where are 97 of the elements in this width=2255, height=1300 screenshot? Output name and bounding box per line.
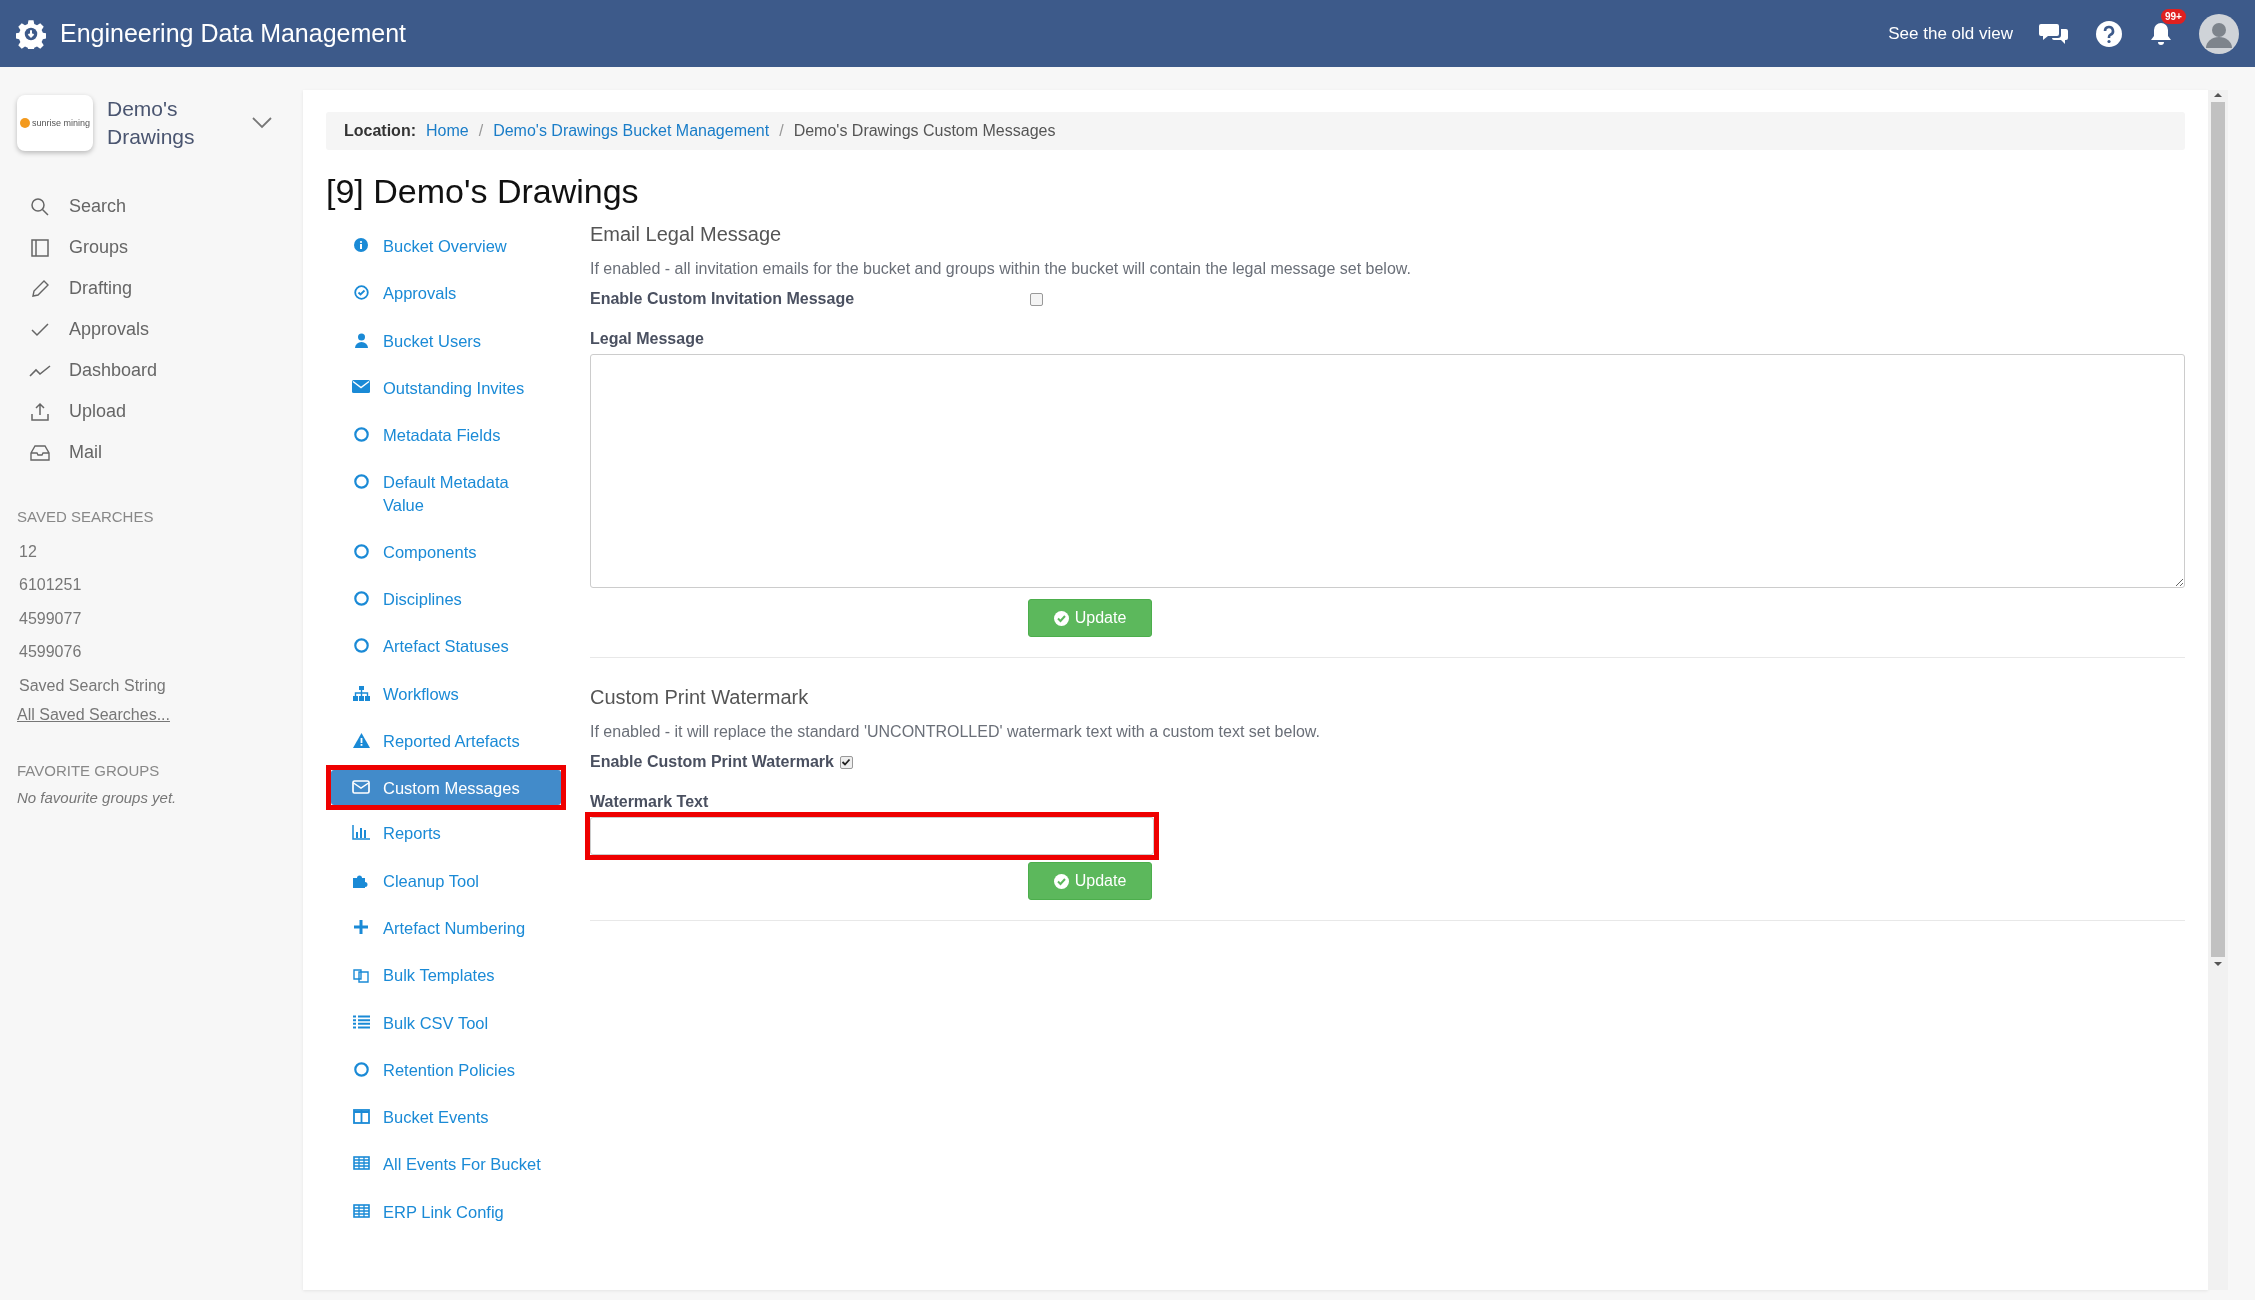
bucket-menu-item[interactable]: Metadata Fields bbox=[331, 417, 561, 453]
breadcrumb-link[interactable]: Demo's Drawings Bucket Management bbox=[493, 122, 770, 140]
nav-item[interactable]: Dashboard bbox=[29, 357, 303, 384]
help-icon[interactable] bbox=[2095, 19, 2123, 48]
inbox-icon bbox=[29, 442, 51, 463]
bucket-menu-item[interactable]: Reports bbox=[331, 815, 561, 851]
sun-icon bbox=[20, 118, 30, 129]
check-circle-icon bbox=[1053, 873, 1069, 889]
list-icon bbox=[352, 1014, 370, 1029]
saved-search-item[interactable]: 12 bbox=[17, 534, 303, 569]
nav-item[interactable]: Groups bbox=[29, 234, 303, 261]
bucket-menu-item[interactable]: Bulk CSV Tool bbox=[331, 1004, 561, 1040]
info-icon bbox=[354, 238, 368, 252]
bucket-menu-item[interactable]: Approvals bbox=[331, 275, 561, 311]
circle-icon bbox=[353, 1061, 369, 1077]
bucket-name[interactable]: Demo's Drawings bbox=[107, 95, 237, 152]
bucket-menu-item[interactable]: Reported Artefacts bbox=[331, 722, 561, 759]
sitemap-icon bbox=[352, 685, 370, 701]
bucket-menu-item[interactable]: Cleanup Tool bbox=[331, 862, 561, 898]
circle-icon bbox=[353, 427, 369, 443]
page-title: [9] Demo's Drawings bbox=[326, 172, 640, 211]
section-description: If enabled - it will replace the standard 'UNCONTROLLED' watermark text with a custom text set below. bbox=[590, 723, 1321, 741]
saved-search-item[interactable]: Saved Search String bbox=[17, 668, 303, 703]
bucket-menu-item[interactable]: Bucket Overview bbox=[331, 228, 561, 264]
field-label: Watermark Text bbox=[590, 793, 710, 811]
bucket-menu-item[interactable]: Custom Messages bbox=[331, 770, 561, 806]
notification-bell-icon[interactable] bbox=[2149, 20, 2173, 47]
scrollbar[interactable] bbox=[2208, 90, 2228, 1290]
bucket-menu-item[interactable]: Bulk Templates bbox=[331, 957, 561, 993]
checkbox[interactable] bbox=[1030, 292, 1044, 306]
circle-icon bbox=[353, 591, 369, 607]
bucket-menu-item[interactable]: Artefact Statuses bbox=[331, 628, 561, 664]
update-button[interactable]: Update bbox=[1028, 599, 1152, 637]
saved-search-item[interactable]: 4599076 bbox=[17, 635, 303, 669]
chevron-down-icon[interactable] bbox=[251, 116, 273, 131]
book-icon bbox=[29, 237, 51, 258]
plus-icon bbox=[354, 920, 368, 934]
bucket-menu-item[interactable]: Bucket Users bbox=[331, 322, 561, 358]
scroll-down-arrow-icon[interactable] bbox=[2213, 959, 2223, 969]
upload-icon bbox=[29, 401, 51, 422]
bucket-menu-item[interactable]: Retention Policies bbox=[331, 1051, 561, 1088]
check-circle-icon bbox=[1053, 610, 1069, 626]
all-saved-searches-link[interactable]: All Saved Searches... bbox=[17, 706, 170, 725]
breadcrumb-separator: / bbox=[779, 122, 784, 140]
columns-icon bbox=[352, 1109, 370, 1125]
section-title: Email Legal Message bbox=[590, 223, 783, 246]
bucket-menu-item[interactable]: All Events For Bucket bbox=[331, 1146, 561, 1182]
app-title: Engineering Data Management bbox=[60, 19, 407, 48]
section-heading: SAVED SEARCHES bbox=[17, 507, 155, 525]
scroll-up-arrow-icon[interactable] bbox=[2213, 90, 2223, 100]
nav-item[interactable]: Mail bbox=[29, 439, 303, 466]
bucket-menu-item[interactable]: Workflows bbox=[331, 675, 561, 711]
saved-search-item[interactable]: 6101251 bbox=[17, 568, 303, 602]
warning-icon bbox=[352, 732, 370, 748]
bucket-menu-item[interactable]: Default Metadata Value bbox=[331, 464, 561, 522]
nav-item[interactable]: Upload bbox=[29, 398, 303, 425]
bucket-menu-item[interactable]: Components bbox=[331, 533, 561, 570]
copy-icon bbox=[352, 967, 370, 984]
envelope-icon bbox=[352, 780, 370, 795]
nav-item[interactable]: Drafting bbox=[29, 275, 303, 302]
check-circle-icon bbox=[353, 285, 369, 301]
circle-icon bbox=[353, 474, 369, 490]
bucket-menu-item[interactable]: Disciplines bbox=[331, 581, 561, 617]
section-description: If enabled - all invitation emails for the bucket and groups within the bucket will contain the legal message set below. bbox=[590, 260, 1412, 278]
circle-icon bbox=[353, 638, 369, 654]
section-heading: FAVORITE GROUPS bbox=[17, 762, 161, 780]
table-icon bbox=[352, 1203, 370, 1218]
bar-chart-icon bbox=[352, 825, 370, 841]
table-icon bbox=[352, 1156, 370, 1171]
empty-message: No favourite groups yet. bbox=[17, 789, 178, 807]
nav-item[interactable]: Approvals bbox=[29, 316, 303, 343]
checkbox[interactable] bbox=[839, 755, 853, 769]
pencil-icon bbox=[29, 278, 51, 299]
field-label: Legal Message bbox=[590, 330, 705, 348]
breadcrumb-separator: / bbox=[478, 122, 484, 140]
update-button[interactable]: Update bbox=[1028, 862, 1152, 900]
bucket-menu-item[interactable]: Outstanding Invites bbox=[331, 369, 561, 406]
section-title: Custom Print Watermark bbox=[590, 686, 810, 709]
gear-icon[interactable] bbox=[16, 18, 46, 49]
envelope-icon bbox=[352, 379, 370, 393]
logo-text: sunrise mining bbox=[31, 118, 90, 129]
checkbox-label: Enable Custom Invitation Message bbox=[590, 290, 855, 308]
checkbox-label: Enable Custom Print Watermark bbox=[590, 753, 834, 771]
search-icon bbox=[29, 196, 51, 217]
notification-count-badge: 99+ bbox=[2161, 8, 2186, 24]
bucket-menu-item[interactable]: Bucket Events bbox=[331, 1099, 561, 1135]
old-view-link[interactable]: See the old view bbox=[1888, 23, 2013, 44]
bucket-menu-item[interactable]: Artefact Numbering bbox=[331, 910, 561, 946]
breadcrumb-label: Location: bbox=[344, 122, 416, 140]
breadcrumb-current: Demo's Drawings Custom Messages bbox=[793, 122, 1056, 140]
nav-item[interactable]: Search bbox=[29, 193, 303, 220]
user-icon bbox=[354, 332, 368, 348]
circle-icon bbox=[353, 543, 369, 559]
bucket-menu-item[interactable]: ERP Link Config bbox=[331, 1193, 561, 1229]
breadcrumb-link[interactable]: Home bbox=[426, 122, 469, 140]
saved-search-item[interactable]: 4599077 bbox=[17, 601, 303, 636]
user-avatar-icon[interactable] bbox=[2199, 13, 2239, 54]
